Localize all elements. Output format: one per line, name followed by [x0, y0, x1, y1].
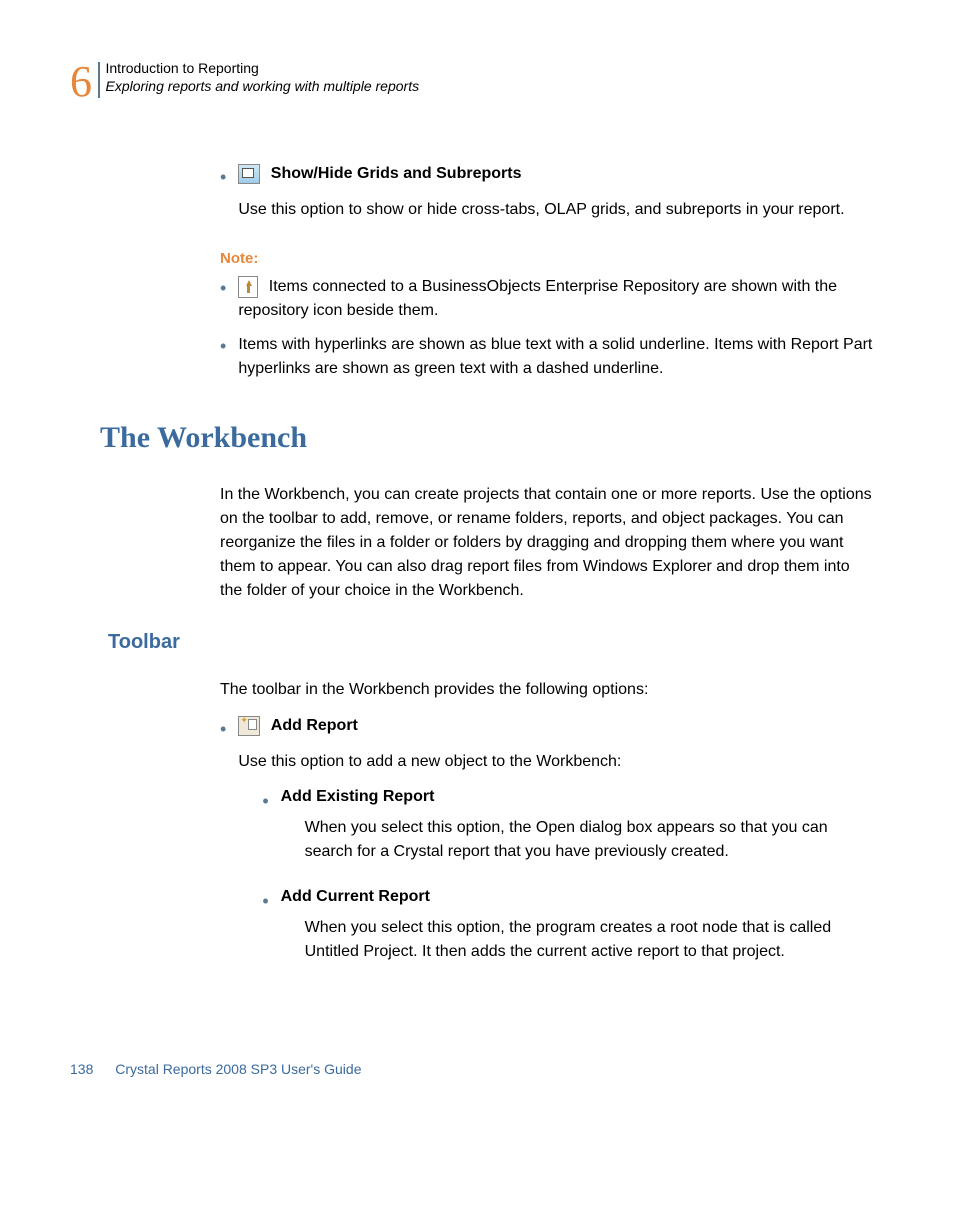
- repository-icon: [238, 276, 258, 298]
- note-item-1: • Items connected to a BusinessObjects E…: [220, 275, 874, 323]
- note-label: Note:: [220, 250, 874, 267]
- note-item-2: • Items with hyperlinks are shown as blu…: [220, 333, 874, 381]
- bullet-icon: •: [262, 892, 268, 910]
- add-report-icon: [238, 716, 260, 736]
- note-item-2-text: Items with hyperlinks are shown as blue …: [238, 336, 872, 377]
- option-addreport: • Add Report Use this option to add a ne…: [220, 716, 874, 988]
- footer-page-number: 138: [70, 1061, 93, 1077]
- bullet-icon: •: [220, 720, 226, 738]
- page-footer: 138 Crystal Reports 2008 SP3 User's Guid…: [70, 1061, 361, 1077]
- section-workbench-heading: The Workbench: [100, 421, 884, 455]
- addreport-desc: Use this option to add a new object to t…: [238, 750, 874, 774]
- chapter-number: 6: [70, 60, 92, 104]
- toolbar-intro: The toolbar in the Workbench provides th…: [220, 678, 874, 702]
- option-showhide: • Show/Hide Grids and Subreports Use thi…: [220, 164, 874, 236]
- sub-existing-title: Add Existing Report: [281, 788, 435, 805]
- workbench-desc: In the Workbench, you can create project…: [220, 483, 874, 603]
- footer-title: Crystal Reports 2008 SP3 User's Guide: [115, 1061, 361, 1077]
- header-divider: [98, 62, 100, 98]
- header-subtitle: Exploring reports and working with multi…: [106, 78, 420, 94]
- option-showhide-heading: Show/Hide Grids and Subreports: [271, 165, 522, 182]
- grids-icon: [238, 164, 260, 184]
- bullet-icon: •: [220, 279, 226, 297]
- sub-current-desc: When you select this option, the program…: [305, 916, 874, 964]
- sub-add-current: • Add Current Report When you select thi…: [262, 888, 874, 978]
- bullet-icon: •: [262, 792, 268, 810]
- note-item-1-text: Items connected to a BusinessObjects Ent…: [238, 278, 837, 319]
- option-showhide-desc: Use this option to show or hide cross-ta…: [238, 198, 874, 222]
- sub-existing-desc: When you select this option, the Open di…: [305, 816, 874, 864]
- bullet-icon: •: [220, 168, 226, 186]
- header-title: Introduction to Reporting: [106, 60, 420, 76]
- bullet-icon: •: [220, 337, 226, 355]
- addreport-heading: Add Report: [271, 717, 358, 734]
- section-toolbar-heading: Toolbar: [108, 631, 884, 654]
- sub-current-title: Add Current Report: [281, 888, 430, 905]
- sub-add-existing: • Add Existing Report When you select th…: [262, 788, 874, 878]
- page-header: 6 Introduction to Reporting Exploring re…: [70, 60, 884, 104]
